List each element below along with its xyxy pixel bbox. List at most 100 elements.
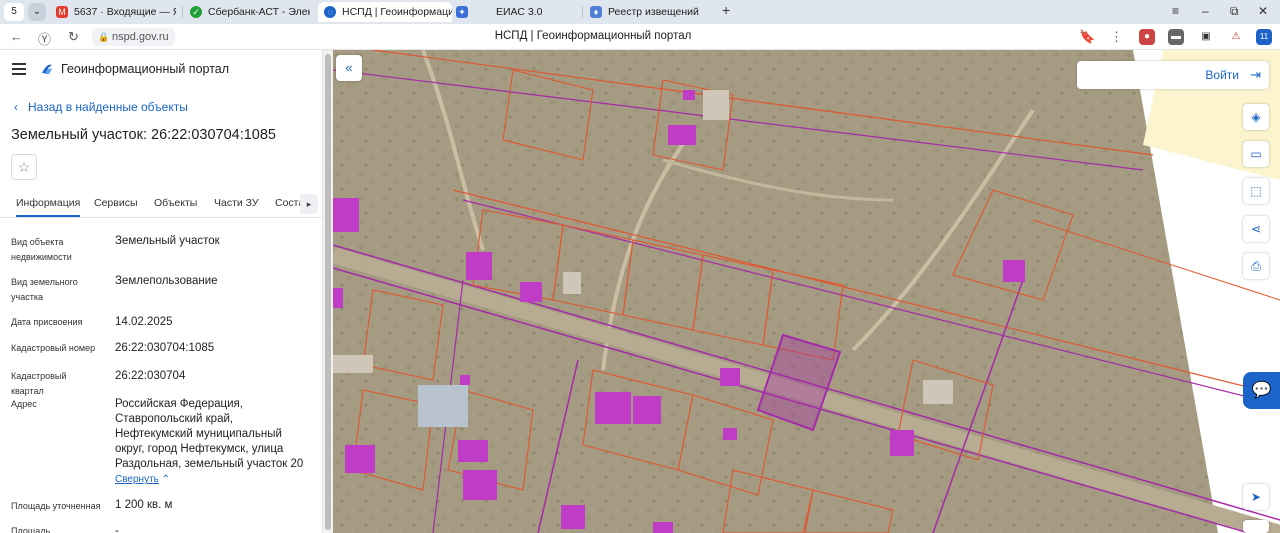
- tab-services[interactable]: Сервисы: [94, 197, 138, 209]
- field-label: Адрес: [11, 399, 37, 409]
- tab-sberbank[interactable]: ✓ Сбербанк-АСТ - Электрон: [190, 2, 310, 22]
- login-icon: ⇥: [1250, 67, 1261, 82]
- field-value: Землепользование: [115, 275, 218, 287]
- field-value: Земельный участок: [115, 235, 220, 247]
- tab-label: ЕИАС 3.0: [496, 6, 543, 18]
- object-title: Земельный участок: 26:22:030704:1085: [11, 127, 276, 143]
- roof[interactable]: [333, 355, 373, 373]
- tab-label: 5637 · Входящие — Яндекс: [74, 6, 176, 18]
- building[interactable]: [463, 470, 497, 500]
- tab-count-badge[interactable]: 5: [4, 3, 24, 21]
- panel-tabs: Информация Сервисы Объекты Части ЗУ Сост…: [0, 190, 322, 218]
- map-tool-button[interactable]: [1243, 520, 1269, 533]
- login-label: Войти: [1205, 68, 1239, 82]
- building[interactable]: [683, 90, 695, 100]
- building[interactable]: [723, 428, 737, 440]
- new-tab-button[interactable]: +: [722, 2, 730, 18]
- tab-parts[interactable]: Части ЗУ: [214, 197, 259, 209]
- portal-logo-icon: [42, 64, 52, 74]
- building[interactable]: [333, 288, 343, 308]
- registry-icon: ♦: [590, 6, 602, 18]
- tab-registry[interactable]: ♦ Реестр извещений: [590, 2, 710, 22]
- eias-icon: ✦: [456, 6, 468, 18]
- locate-me-icon[interactable]: ➤: [1243, 484, 1269, 510]
- tab-eias[interactable]: ✦ ЕИАС 3.0: [456, 2, 576, 22]
- building[interactable]: [466, 252, 492, 280]
- building[interactable]: [633, 396, 661, 424]
- chevron-left-icon: ‹: [14, 100, 18, 114]
- chevron-up-icon: ⌃: [161, 474, 171, 485]
- panel-scrollbar[interactable]: [322, 50, 333, 533]
- address-value: Российская Федерация, Ставропольский кра…: [115, 398, 304, 470]
- bookmark-icon[interactable]: 🔖: [1079, 29, 1095, 45]
- roof[interactable]: [703, 90, 729, 120]
- restore-icon[interactable]: ⧉: [1230, 4, 1239, 19]
- field-label: Площадь уточненная: [11, 501, 101, 511]
- extension-badge[interactable]: 11: [1256, 29, 1272, 45]
- building[interactable]: [890, 430, 914, 456]
- portal-title: Геоинформационный портал: [61, 62, 230, 76]
- building[interactable]: [668, 125, 696, 145]
- tabs-scroll-right-icon[interactable]: ▸: [300, 194, 318, 214]
- building[interactable]: [333, 198, 359, 232]
- building[interactable]: [520, 282, 542, 302]
- minimize-icon[interactable]: –: [1202, 4, 1209, 18]
- field-label: Кадастровый квартал: [11, 371, 67, 396]
- favorite-star-button[interactable]: ☆: [11, 154, 37, 180]
- hamburger-menu-icon[interactable]: [12, 63, 26, 75]
- tab-mail[interactable]: М 5637 · Входящие — Яндекс: [56, 2, 176, 22]
- building[interactable]: [345, 445, 375, 473]
- collapse-panel-button[interactable]: «: [336, 55, 362, 81]
- select-area-icon[interactable]: ⬚: [1243, 178, 1269, 204]
- satellite-map[interactable]: [333, 50, 1280, 533]
- extension-icon[interactable]: ▬: [1168, 29, 1184, 45]
- tab-nspd[interactable]: ◌ НСПД | Геоинформаци ×: [318, 2, 452, 22]
- building[interactable]: [595, 392, 631, 424]
- roof[interactable]: [923, 380, 953, 404]
- tab-label: НСПД | Геоинформаци: [342, 6, 452, 18]
- building[interactable]: [653, 522, 673, 533]
- collapse-label: Свернуть: [115, 474, 159, 485]
- page-title: НСПД | Геоинформационный портал: [494, 30, 692, 42]
- tab-divider: [582, 6, 583, 18]
- map-view[interactable]: « Войти ⇥: [333, 50, 1280, 533]
- extension-icon[interactable]: ⚠: [1228, 29, 1244, 45]
- building[interactable]: [458, 440, 488, 462]
- tab-label: Реестр извещений: [608, 6, 699, 18]
- building[interactable]: [460, 375, 470, 385]
- print-icon[interactable]: ⎙: [1243, 253, 1269, 279]
- field-value: 1 200 кв. м: [115, 499, 173, 511]
- field-label: Площадь: [11, 526, 51, 533]
- chat-assistant-icon[interactable]: 💬: [1243, 372, 1280, 409]
- building[interactable]: [720, 368, 740, 386]
- field-label: Кадастровый номер: [11, 343, 96, 353]
- back-link-label: Назад в найденные объекты: [28, 100, 188, 114]
- more-icon[interactable]: ⋮: [1110, 29, 1123, 45]
- collapse-link[interactable]: Свернуть ⌃: [115, 474, 170, 485]
- extension-icon[interactable]: ▣: [1198, 29, 1214, 45]
- tab-divider: [182, 6, 183, 18]
- share-icon[interactable]: ⋖: [1243, 216, 1269, 242]
- roof[interactable]: [563, 272, 581, 294]
- building[interactable]: [561, 505, 585, 529]
- field-value: 26:22:030704:1085: [115, 342, 215, 354]
- back-to-results-link[interactable]: ‹ Назад в найденные объекты: [14, 100, 188, 114]
- menu-icon[interactable]: ≡: [1172, 4, 1179, 18]
- layers-icon[interactable]: ◈: [1243, 104, 1269, 130]
- ruler-icon[interactable]: ▭: [1243, 141, 1269, 167]
- tab-objects[interactable]: Объекты: [154, 197, 197, 209]
- field-value: -: [115, 525, 119, 533]
- field-value: 26:22:030704: [115, 370, 186, 382]
- tab-information[interactable]: Информация: [16, 197, 81, 217]
- field-label: Вид земельного участка: [11, 277, 78, 302]
- gray-roof[interactable]: [418, 385, 468, 427]
- field-value: 14.02.2025: [115, 316, 173, 328]
- object-panel: Геоинформационный портал ‹ Назад в найден…: [0, 50, 322, 533]
- scrollbar-thumb[interactable]: [325, 54, 331, 530]
- extension-icon[interactable]: ●: [1139, 29, 1155, 45]
- building[interactable]: [1003, 260, 1025, 282]
- tab-list-dropdown[interactable]: ⌄: [28, 3, 46, 21]
- tab-label: Сбербанк-АСТ - Электрон: [208, 6, 310, 18]
- close-window-icon[interactable]: ✕: [1258, 4, 1268, 18]
- login-button[interactable]: Войти ⇥: [1077, 61, 1269, 89]
